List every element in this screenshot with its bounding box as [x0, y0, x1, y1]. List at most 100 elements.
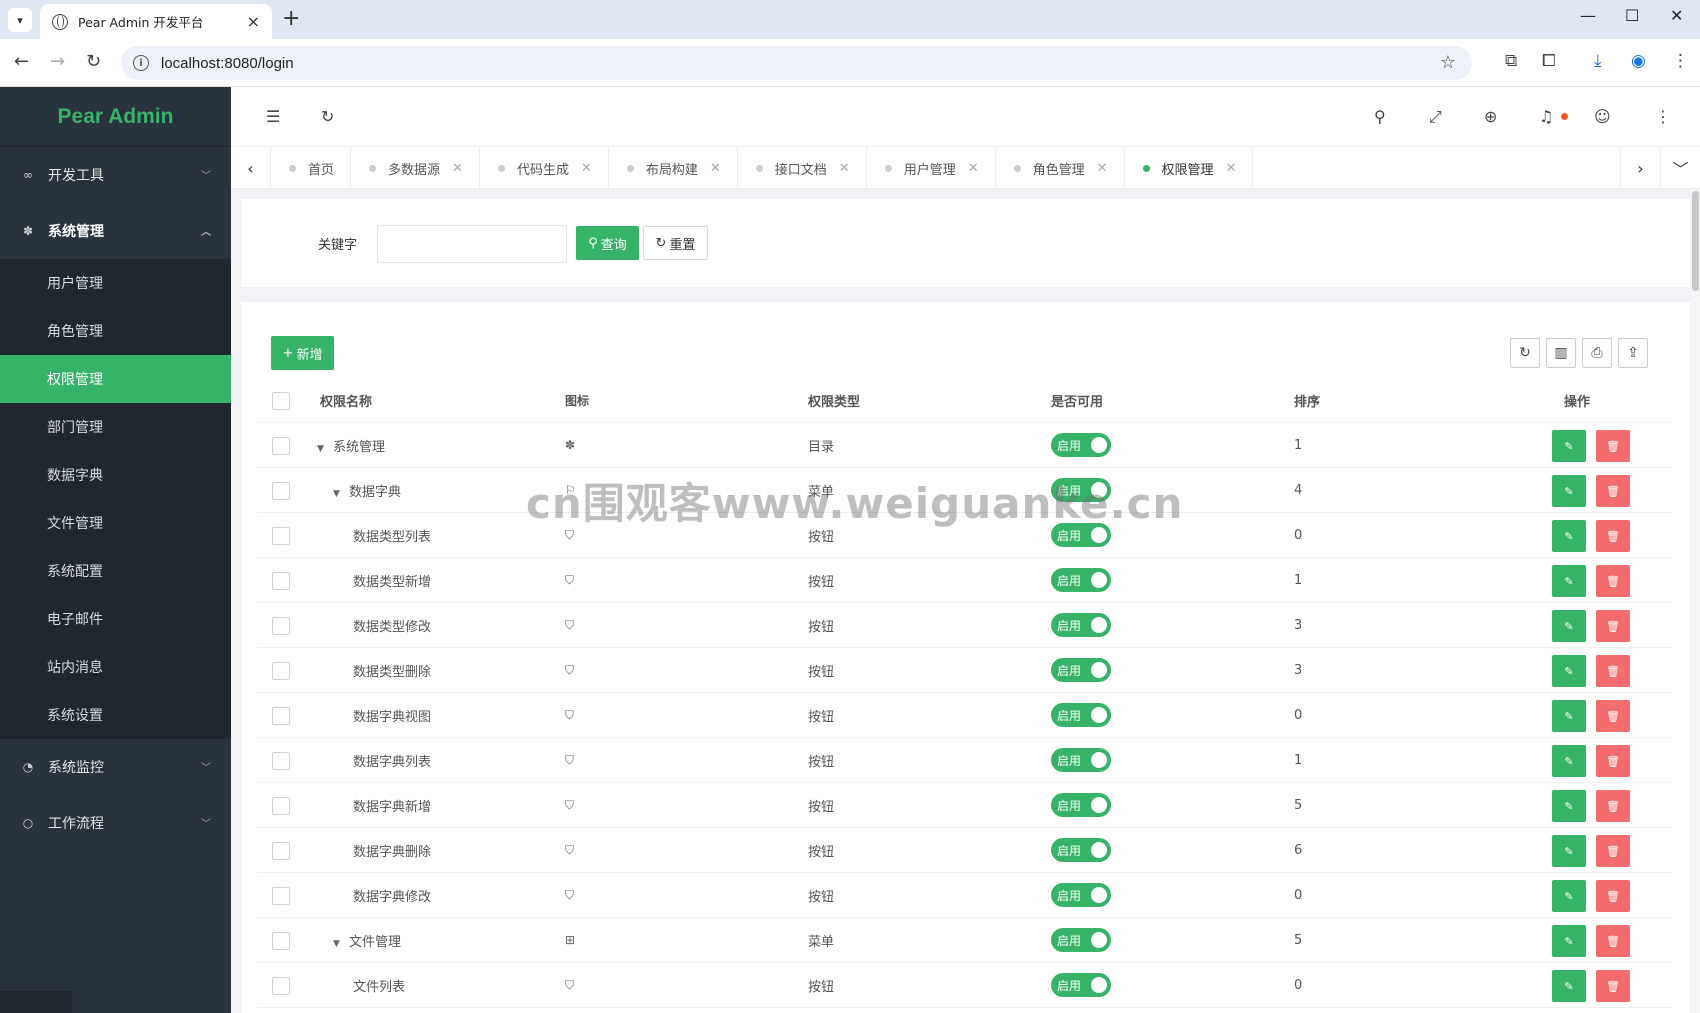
reload-button[interactable]: ↻: [86, 51, 101, 72]
close-icon[interactable]: ✕: [1097, 161, 1108, 176]
menu-group-system[interactable]: ✽ 系统管理 ︿: [0, 203, 231, 259]
sidebar-item-departments[interactable]: 部门管理: [0, 403, 231, 451]
enable-switch[interactable]: 启用: [1051, 748, 1111, 772]
close-icon[interactable]: ×: [247, 12, 260, 31]
row-checkbox[interactable]: [272, 707, 290, 725]
edit-button[interactable]: ✎: [1552, 880, 1586, 912]
menu-group-workflow[interactable]: ○ 工作流程 ﹀: [0, 795, 231, 851]
delete-button[interactable]: 🗑: [1596, 970, 1630, 1002]
profile-icon[interactable]: ◉: [1631, 51, 1646, 71]
row-checkbox[interactable]: [272, 887, 290, 905]
edit-button[interactable]: ✎: [1552, 655, 1586, 687]
table-export-button[interactable]: ⇪: [1618, 338, 1648, 368]
close-icon[interactable]: ✕: [710, 161, 721, 176]
close-icon[interactable]: ✕: [581, 161, 592, 176]
row-checkbox[interactable]: [272, 797, 290, 815]
sidebar-item-users[interactable]: 用户管理: [0, 259, 231, 307]
sidebar-item-config[interactable]: 系统配置: [0, 547, 231, 595]
query-button[interactable]: ⚲ 查询: [576, 226, 639, 260]
translate-icon[interactable]: ⧉: [1505, 51, 1517, 71]
download-icon[interactable]: ⤓: [1594, 51, 1602, 71]
delete-button[interactable]: 🗑: [1596, 610, 1630, 642]
edit-button[interactable]: ✎: [1552, 430, 1586, 462]
sidebar-item-settings[interactable]: 系统设置: [0, 691, 231, 739]
row-checkbox[interactable]: [272, 977, 290, 995]
new-tab-button[interactable]: +: [282, 6, 300, 31]
sidebar-item-permissions[interactable]: 权限管理: [0, 355, 231, 403]
sidebar-item-roles[interactable]: 角色管理: [0, 307, 231, 355]
tabs-scroll-left[interactable]: ‹: [231, 147, 271, 189]
scrollbar-thumb[interactable]: [1692, 191, 1699, 291]
tree-expand-icon[interactable]: ▼: [333, 489, 349, 499]
delete-button[interactable]: 🗑: [1596, 835, 1630, 867]
minimize-button[interactable]: —: [1580, 6, 1596, 25]
tab-users[interactable]: 用户管理 ✕: [867, 147, 996, 189]
row-checkbox[interactable]: [272, 527, 290, 545]
tab-layout-builder[interactable]: 布局构建 ✕: [609, 147, 738, 189]
tab-roles[interactable]: 角色管理 ✕: [996, 147, 1125, 189]
page-scrollbar[interactable]: [1691, 189, 1700, 1013]
edit-button[interactable]: ✎: [1552, 745, 1586, 777]
row-checkbox[interactable]: [272, 572, 290, 590]
delete-button[interactable]: 🗑: [1596, 925, 1630, 957]
fullscreen-icon[interactable]: ⤢: [1429, 107, 1442, 127]
edit-button[interactable]: ✎: [1552, 700, 1586, 732]
tabs-dropdown[interactable]: ﹀: [1660, 147, 1700, 189]
delete-button[interactable]: 🗑: [1596, 790, 1630, 822]
select-all-checkbox[interactable]: [272, 392, 290, 410]
refresh-icon[interactable]: ↻: [321, 107, 334, 126]
delete-button[interactable]: 🗑: [1596, 700, 1630, 732]
close-icon[interactable]: ✕: [839, 161, 850, 176]
enable-switch[interactable]: 启用: [1051, 433, 1111, 457]
table-print-button[interactable]: ⎙: [1582, 338, 1612, 368]
close-window-button[interactable]: ✕: [1670, 6, 1683, 25]
back-button[interactable]: ←: [14, 51, 29, 72]
enable-switch[interactable]: 启用: [1051, 478, 1111, 502]
enable-switch[interactable]: 启用: [1051, 793, 1111, 817]
row-checkbox[interactable]: [272, 437, 290, 455]
delete-button[interactable]: 🗑: [1596, 475, 1630, 507]
tab-multi-datasource[interactable]: 多数据源 ✕: [351, 147, 480, 189]
enable-switch[interactable]: 启用: [1051, 703, 1111, 727]
sidebar-item-messages[interactable]: 站内消息: [0, 643, 231, 691]
edit-button[interactable]: ✎: [1552, 520, 1586, 552]
extensions-icon[interactable]: ⧠: [1542, 51, 1556, 71]
browser-tab[interactable]: Pear Admin 开发平台 ×: [40, 4, 272, 39]
edit-button[interactable]: ✎: [1552, 610, 1586, 642]
table-refresh-button[interactable]: ↻: [1510, 338, 1540, 368]
delete-button[interactable]: 🗑: [1596, 565, 1630, 597]
sidebar-item-email[interactable]: 电子邮件: [0, 595, 231, 643]
edit-button[interactable]: ✎: [1552, 925, 1586, 957]
maximize-button[interactable]: ☐: [1625, 6, 1639, 25]
close-icon[interactable]: ✕: [452, 161, 463, 176]
collapse-menu-icon[interactable]: ☰: [266, 107, 280, 126]
enable-switch[interactable]: 启用: [1051, 658, 1111, 682]
tree-expand-icon[interactable]: ▼: [317, 444, 333, 454]
delete-button[interactable]: 🗑: [1596, 520, 1630, 552]
sidebar-item-dictionary[interactable]: 数据字典: [0, 451, 231, 499]
tabs-scroll-right[interactable]: ›: [1620, 147, 1660, 189]
browser-menu-icon[interactable]: ⋮: [1672, 51, 1689, 71]
tab-search-button[interactable]: ▾: [8, 8, 32, 32]
enable-switch[interactable]: 启用: [1051, 613, 1111, 637]
url-box[interactable]: i localhost:8080/login ☆: [121, 46, 1472, 80]
row-checkbox[interactable]: [272, 842, 290, 860]
tab-permissions[interactable]: 权限管理 ✕: [1125, 147, 1254, 189]
more-icon[interactable]: ⋮: [1655, 107, 1671, 126]
row-checkbox[interactable]: [272, 482, 290, 500]
close-icon[interactable]: ✕: [1226, 161, 1237, 176]
forward-button[interactable]: →: [50, 51, 65, 72]
delete-button[interactable]: 🗑: [1596, 745, 1630, 777]
row-checkbox[interactable]: [272, 752, 290, 770]
bell-icon[interactable]: ♫: [1539, 107, 1553, 126]
star-icon[interactable]: ☆: [1440, 52, 1456, 73]
menu-group-monitor[interactable]: ◔ 系统监控 ﹀: [0, 739, 231, 795]
info-icon[interactable]: i: [133, 55, 149, 71]
enable-switch[interactable]: 启用: [1051, 928, 1111, 952]
enable-switch[interactable]: 启用: [1051, 883, 1111, 907]
enable-switch[interactable]: 启用: [1051, 568, 1111, 592]
tab-api-docs[interactable]: 接口文档 ✕: [738, 147, 867, 189]
edit-button[interactable]: ✎: [1552, 565, 1586, 597]
reset-button[interactable]: ↻ 重置: [643, 226, 708, 260]
row-checkbox[interactable]: [272, 932, 290, 950]
